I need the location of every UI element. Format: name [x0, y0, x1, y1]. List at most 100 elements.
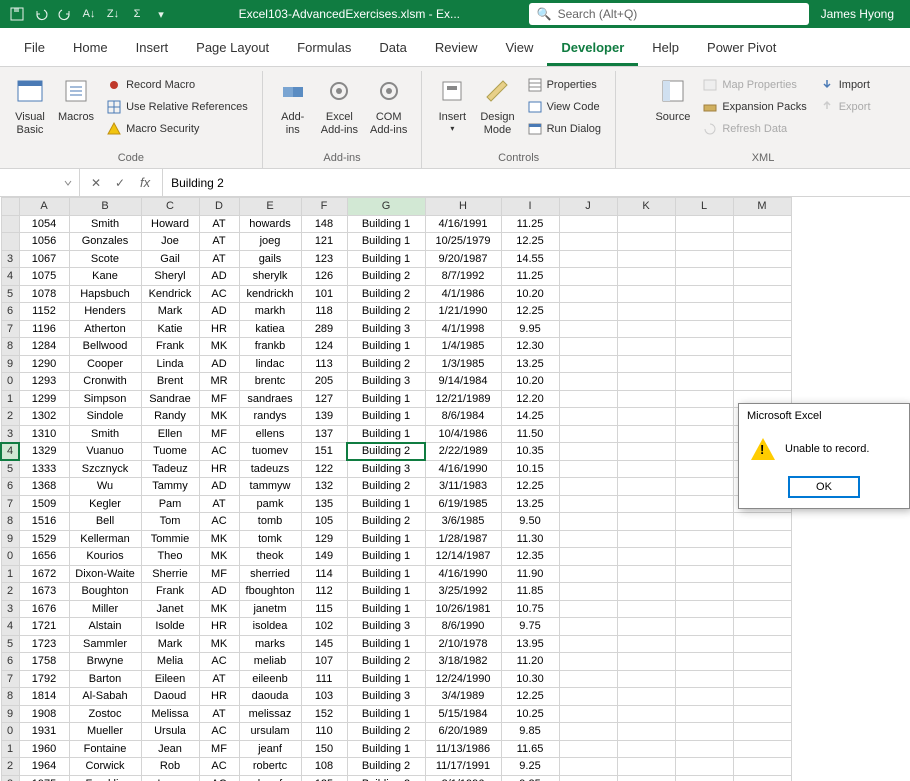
- cell[interactable]: 145: [301, 635, 347, 653]
- cell[interactable]: Henders: [69, 303, 141, 321]
- tab-power-pivot[interactable]: Power Pivot: [693, 34, 790, 66]
- row-header[interactable]: 1: [1, 565, 19, 583]
- cell[interactable]: 149: [301, 548, 347, 566]
- cell[interactable]: [733, 285, 791, 303]
- cell[interactable]: Smith: [69, 425, 141, 443]
- design-mode-button[interactable]: Design Mode: [474, 71, 520, 141]
- cell[interactable]: [733, 565, 791, 583]
- cell[interactable]: 6/20/1989: [425, 723, 501, 741]
- cell[interactable]: 132: [301, 478, 347, 496]
- cell[interactable]: 12/14/1987: [425, 548, 501, 566]
- cell[interactable]: Gonzales: [69, 233, 141, 251]
- cell[interactable]: janetm: [239, 600, 301, 618]
- cell[interactable]: [559, 320, 617, 338]
- cell[interactable]: Sherrie: [141, 565, 199, 583]
- row-header[interactable]: 5: [1, 635, 19, 653]
- cell[interactable]: AC: [199, 775, 239, 781]
- cell[interactable]: Linda: [141, 355, 199, 373]
- cell[interactable]: AT: [199, 495, 239, 513]
- save-icon[interactable]: [8, 5, 26, 23]
- col-header-K[interactable]: K: [617, 198, 675, 216]
- cell[interactable]: Building 3: [347, 688, 425, 706]
- cell[interactable]: [675, 740, 733, 758]
- cell[interactable]: [675, 373, 733, 391]
- cell[interactable]: 1516: [19, 513, 69, 531]
- cell[interactable]: Zostoc: [69, 705, 141, 723]
- col-header-H[interactable]: H: [425, 198, 501, 216]
- cell[interactable]: randys: [239, 408, 301, 426]
- cell[interactable]: [559, 670, 617, 688]
- cell[interactable]: Jean: [141, 740, 199, 758]
- cell[interactable]: melissaz: [239, 705, 301, 723]
- cell[interactable]: [675, 338, 733, 356]
- cell[interactable]: AT: [199, 215, 239, 233]
- cell[interactable]: Tammy: [141, 478, 199, 496]
- cell[interactable]: Building 1: [347, 670, 425, 688]
- row-header[interactable]: 7: [1, 670, 19, 688]
- cell[interactable]: [617, 513, 675, 531]
- cell[interactable]: 3/25/1992: [425, 583, 501, 601]
- cell[interactable]: jeanf: [239, 740, 301, 758]
- cell[interactable]: Brwyne: [69, 653, 141, 671]
- cell[interactable]: Corwick: [69, 758, 141, 776]
- cell[interactable]: 150: [301, 740, 347, 758]
- expansion-packs-button[interactable]: Expansion Packs: [698, 97, 810, 117]
- cell[interactable]: HR: [199, 460, 239, 478]
- cell[interactable]: [675, 758, 733, 776]
- cell[interactable]: 1333: [19, 460, 69, 478]
- cell[interactable]: 4/1/1998: [425, 320, 501, 338]
- cell[interactable]: kendrickh: [239, 285, 301, 303]
- cell[interactable]: 108: [301, 758, 347, 776]
- cell[interactable]: Kellerman: [69, 530, 141, 548]
- cell[interactable]: Building 3: [347, 373, 425, 391]
- row-header[interactable]: 9: [1, 355, 19, 373]
- cell[interactable]: [559, 600, 617, 618]
- tab-page-layout[interactable]: Page Layout: [182, 34, 283, 66]
- cell[interactable]: 151: [301, 443, 347, 461]
- cell[interactable]: MK: [199, 635, 239, 653]
- cell[interactable]: Wu: [69, 478, 141, 496]
- cell[interactable]: [617, 758, 675, 776]
- excel-addins-button[interactable]: Excel Add-ins: [315, 71, 364, 141]
- cell[interactable]: Building 1: [347, 390, 425, 408]
- cell[interactable]: 3/11/1983: [425, 478, 501, 496]
- cell[interactable]: 1509: [19, 495, 69, 513]
- cell[interactable]: Gail: [141, 250, 199, 268]
- cell[interactable]: [559, 478, 617, 496]
- cell[interactable]: 139: [301, 408, 347, 426]
- cell[interactable]: [559, 530, 617, 548]
- cell[interactable]: [617, 250, 675, 268]
- cell[interactable]: Kane: [69, 268, 141, 286]
- row-header[interactable]: 5: [1, 460, 19, 478]
- cell[interactable]: 14.25: [501, 408, 559, 426]
- sort-asc-icon[interactable]: A↓: [80, 5, 98, 23]
- cell[interactable]: [733, 548, 791, 566]
- cell[interactable]: [675, 250, 733, 268]
- cancel-formula-icon[interactable]: ✕: [86, 176, 106, 190]
- insert-button[interactable]: Insert▾: [430, 71, 474, 138]
- cell[interactable]: Cooper: [69, 355, 141, 373]
- cell[interactable]: isoldea: [239, 618, 301, 636]
- cell[interactable]: Building 2: [347, 443, 425, 461]
- cell[interactable]: theok: [239, 548, 301, 566]
- cell[interactable]: 205: [301, 373, 347, 391]
- cell[interactable]: Brent: [141, 373, 199, 391]
- cell[interactable]: [675, 618, 733, 636]
- cell[interactable]: Building 2: [347, 758, 425, 776]
- cell[interactable]: Building 2: [347, 355, 425, 373]
- select-all-corner[interactable]: [1, 198, 19, 216]
- cell[interactable]: Building 3: [347, 618, 425, 636]
- row-header[interactable]: 1: [1, 390, 19, 408]
- cell[interactable]: AC: [199, 513, 239, 531]
- cell[interactable]: Sammler: [69, 635, 141, 653]
- cell[interactable]: 118: [301, 303, 347, 321]
- tab-help[interactable]: Help: [638, 34, 693, 66]
- row-header[interactable]: 6: [1, 653, 19, 671]
- cell[interactable]: 1284: [19, 338, 69, 356]
- cell[interactable]: 11/17/1991: [425, 758, 501, 776]
- cell[interactable]: Building 1: [347, 740, 425, 758]
- tab-view[interactable]: View: [491, 34, 547, 66]
- cell[interactable]: [675, 320, 733, 338]
- cell[interactable]: [559, 425, 617, 443]
- cell[interactable]: 114: [301, 565, 347, 583]
